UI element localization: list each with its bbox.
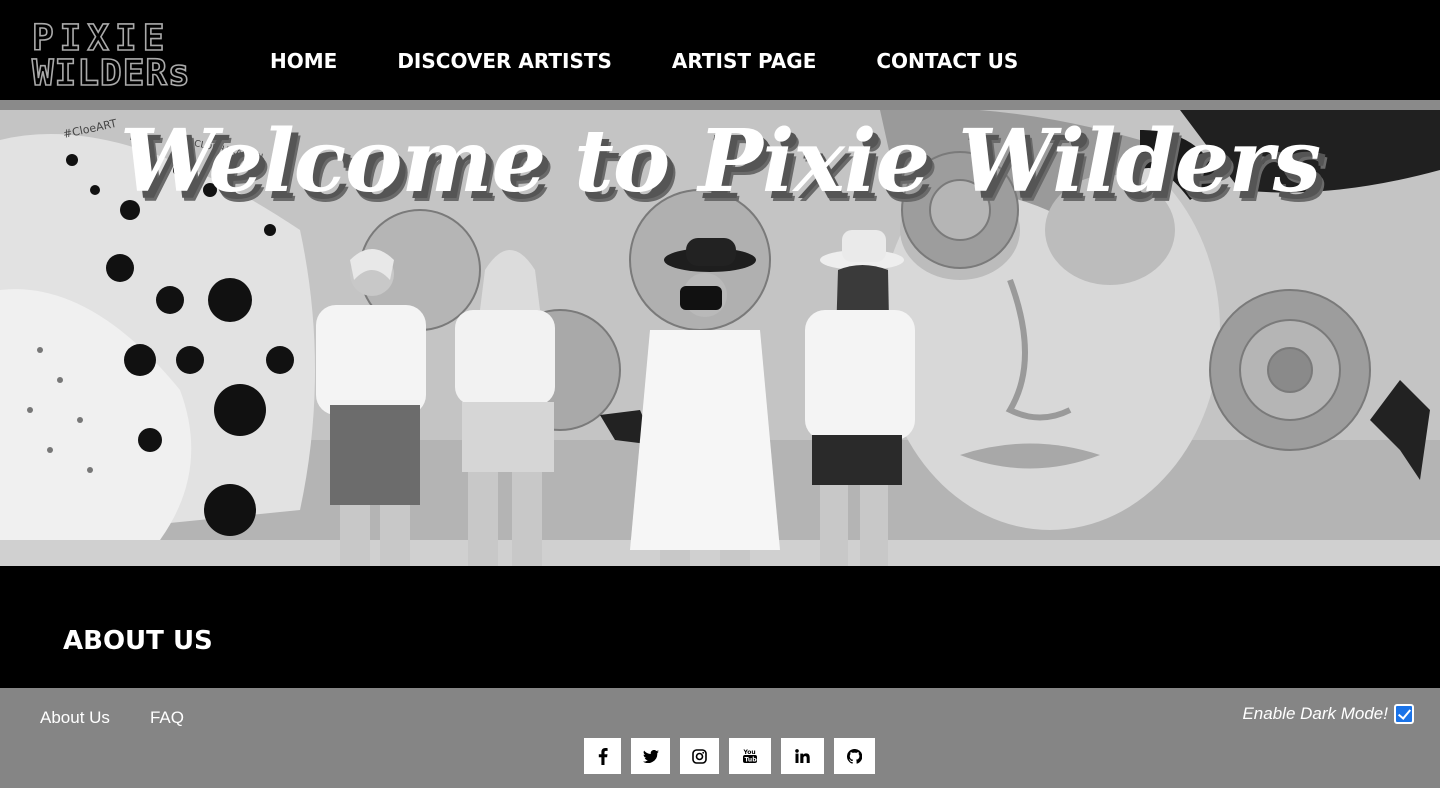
github-icon	[847, 748, 862, 764]
nav-artist-page[interactable]: ARTIST PAGE	[642, 44, 846, 78]
main-nav: HOME DISCOVER ARTISTS ARTIST PAGE CONTAC…	[240, 44, 1048, 78]
github-link[interactable]	[834, 738, 875, 774]
twitter-link[interactable]	[631, 738, 670, 774]
linkedin-icon	[795, 749, 810, 763]
site-header: PIXIE WILDERs HOME DISCOVER ARTISTS ARTI…	[0, 0, 1440, 100]
header-divider	[0, 100, 1440, 110]
youtube-link[interactable]: YouTube	[729, 738, 771, 774]
instagram-link[interactable]	[680, 738, 719, 774]
linkedin-link[interactable]	[781, 738, 824, 774]
footer-link-faq[interactable]: FAQ	[150, 708, 184, 728]
dark-mode-label: Enable Dark Mode!	[1242, 704, 1388, 723]
footer-links: About Us FAQ	[40, 708, 224, 728]
youtube-icon: YouTube	[743, 749, 758, 764]
about-section: ABOUT US	[0, 566, 1440, 688]
svg-text:Tube: Tube	[745, 757, 758, 764]
hero-title: Welcome to Pixie Wilders	[119, 111, 1321, 212]
site-footer: About Us FAQ Enable Dark Mode! YouTube	[0, 688, 1440, 788]
hero-banner: #CloeART @CLOEHAKAKIAN Welcome to Pixie …	[0, 110, 1440, 566]
twitter-icon	[642, 749, 659, 763]
nav-contact-us[interactable]: CONTACT US	[846, 44, 1048, 78]
pixie-wilders-logo[interactable]: PIXIE WILDERs	[30, 16, 212, 90]
svg-text:You: You	[743, 749, 756, 756]
dark-mode-checkbox[interactable]	[1394, 704, 1414, 724]
facebook-icon	[598, 747, 608, 765]
logo-line2: WILDERs	[32, 53, 191, 90]
footer-link-about-us[interactable]: About Us	[40, 708, 110, 728]
about-heading: ABOUT US	[63, 626, 213, 656]
instagram-icon	[692, 748, 707, 764]
nav-discover-artists[interactable]: DISCOVER ARTISTS	[367, 44, 642, 78]
facebook-link[interactable]	[584, 738, 621, 774]
social-links: YouTube	[584, 738, 885, 774]
nav-home[interactable]: HOME	[240, 44, 367, 78]
dark-mode-toggle[interactable]: Enable Dark Mode!	[1242, 704, 1414, 724]
